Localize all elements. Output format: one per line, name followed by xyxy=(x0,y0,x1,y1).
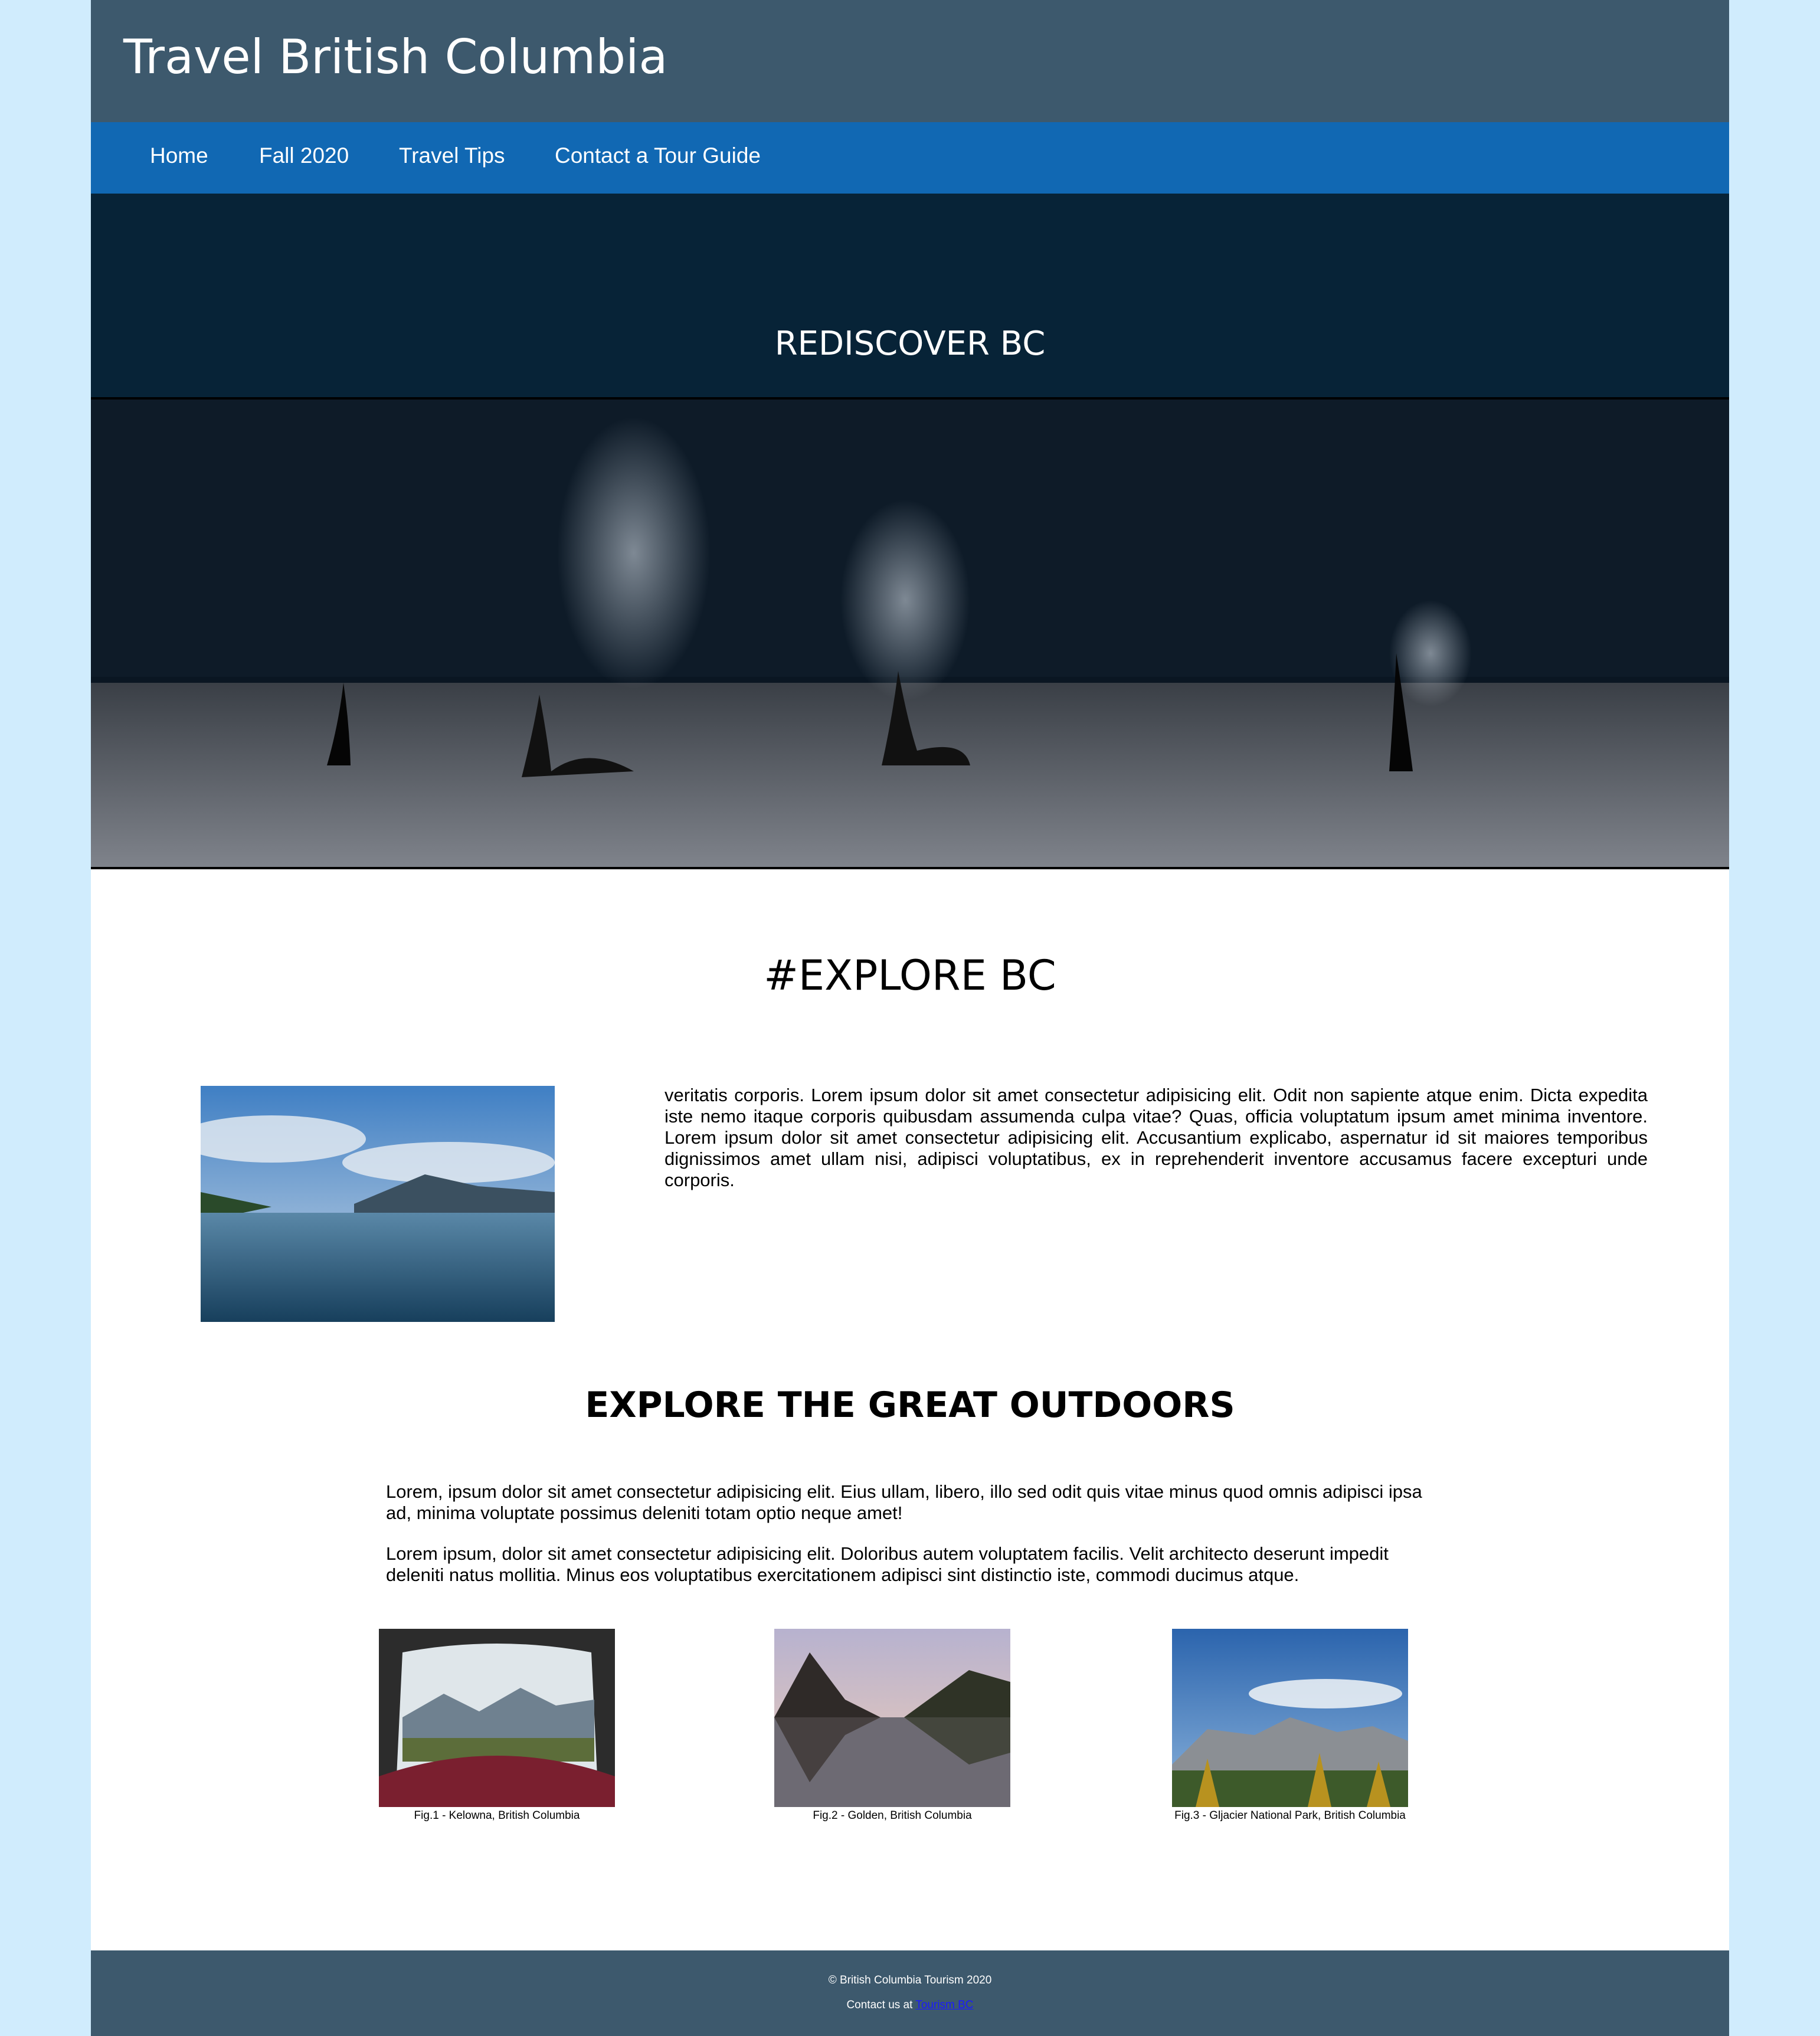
nav-item-contact-tour-guide[interactable]: Contact a Tour Guide xyxy=(555,143,761,168)
footer-contact: Contact us at Tourism BC xyxy=(91,1999,1729,2012)
outdoors-paragraph: Lorem, ipsum dolor sit amet consectetur … xyxy=(386,1481,1422,1523)
footer-tourism-bc-link[interactable]: Tourism BC xyxy=(915,1999,973,2011)
footer-contact-prefix: Contact us at xyxy=(846,1999,913,2011)
golden-photo xyxy=(774,1629,1010,1807)
figure-caption: Fig.3 - Gljacier National Park, British … xyxy=(1174,1809,1406,1822)
orca-hero-image xyxy=(91,397,1729,869)
nav-item-home[interactable]: Home xyxy=(150,143,208,168)
orca-hero-image-graphic xyxy=(91,400,1729,867)
explore-title: #EXPLORE BC xyxy=(764,951,1056,1000)
figure-golden: Fig.2 - Golden, British Columbia xyxy=(774,1629,1010,1822)
outdoors-paragraph: Lorem ipsum, dolor sit amet consectetur … xyxy=(386,1543,1389,1585)
figure-kelowna: Fig.1 - Kelowna, British Columbia xyxy=(379,1629,615,1822)
figure-caption: Fig.2 - Golden, British Columbia xyxy=(813,1809,972,1822)
page: Travel British Columbia Home Fall 2020 T… xyxy=(91,0,1729,2036)
glacier-photo xyxy=(1172,1629,1408,1807)
nav-item-fall-2020[interactable]: Fall 2020 xyxy=(259,143,349,168)
lake-photo xyxy=(201,1086,555,1322)
outdoors-title: EXPLORE THE GREAT OUTDOORS xyxy=(585,1384,1235,1426)
footer-copyright: © British Columbia Tourism 2020 xyxy=(828,1974,992,1986)
site-footer: © British Columbia Tourism 2020 Contact … xyxy=(91,1950,1729,2036)
nav-item-travel-tips[interactable]: Travel Tips xyxy=(399,143,505,168)
site-header: Travel British Columbia xyxy=(91,0,1729,122)
hero-banner: REDISCOVER BC xyxy=(91,194,1729,397)
figure-caption: Fig.1 - Kelowna, British Columbia xyxy=(414,1809,580,1822)
figure-glacier: Fig.3 - Gljacier National Park, British … xyxy=(1172,1629,1408,1822)
main-nav: Home Fall 2020 Travel Tips Contact a Tou… xyxy=(91,122,1729,194)
hero-title: REDISCOVER BC xyxy=(774,325,1046,363)
explore-intro-text: veritatis corporis. Lorem ipsum dolor si… xyxy=(665,1085,1648,1190)
kelowna-photo xyxy=(379,1629,615,1807)
site-title: Travel British Columbia xyxy=(123,30,668,84)
